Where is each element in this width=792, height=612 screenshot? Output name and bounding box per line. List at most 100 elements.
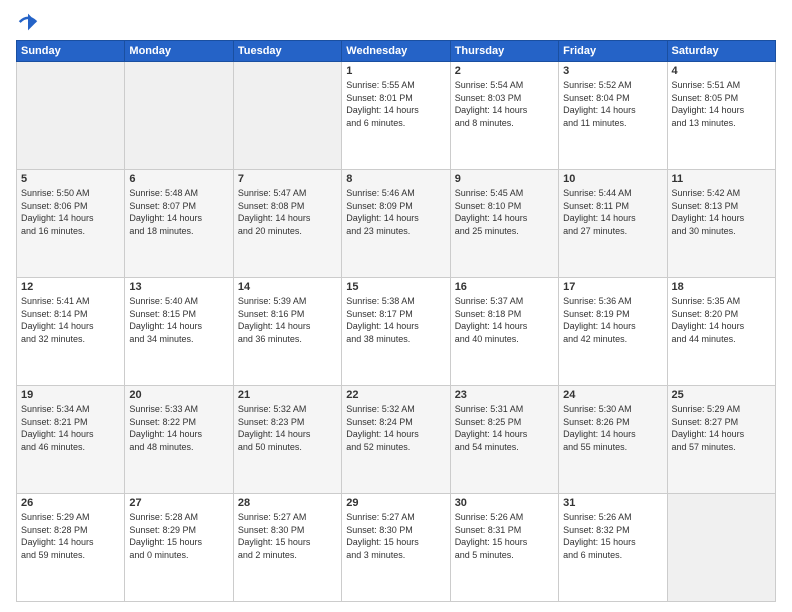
day-info: Sunrise: 5:36 AMSunset: 8:19 PMDaylight:…	[563, 295, 662, 345]
calendar-day: 7 Sunrise: 5:47 AMSunset: 8:08 PMDaylight…	[233, 170, 341, 278]
day-number: 24	[563, 389, 662, 401]
day-info: Sunrise: 5:28 AMSunset: 8:29 PMDaylight:…	[129, 511, 228, 561]
day-number: 31	[563, 497, 662, 509]
calendar-day: 27 Sunrise: 5:28 AMSunset: 8:29 PMDayligh…	[125, 494, 233, 602]
calendar: SundayMondayTuesdayWednesdayThursdayFrid…	[16, 40, 776, 602]
day-number: 17	[563, 281, 662, 293]
day-header-saturday: Saturday	[667, 41, 775, 62]
calendar-day: 10 Sunrise: 5:44 AMSunset: 8:11 PMDayligh…	[559, 170, 667, 278]
day-number: 2	[455, 65, 554, 77]
day-number: 20	[129, 389, 228, 401]
calendar-day: 29 Sunrise: 5:27 AMSunset: 8:30 PMDayligh…	[342, 494, 450, 602]
day-number: 4	[672, 65, 771, 77]
calendar-day: 12Sunrise: 5:41 AMSunset: 8:14 PMDayligh…	[17, 278, 125, 386]
day-number: 1	[346, 65, 445, 77]
day-info: Sunrise: 5:38 AMSunset: 8:17 PMDaylight:…	[346, 295, 445, 345]
day-info: Sunrise: 5:42 AMSunset: 8:13 PMDaylight:…	[672, 187, 771, 237]
day-info: Sunrise: 5:26 AMSunset: 8:31 PMDaylight:…	[455, 511, 554, 561]
calendar-day: 13Sunrise: 5:40 AMSunset: 8:15 PMDayligh…	[125, 278, 233, 386]
calendar-day: 16 Sunrise: 5:37 AMSunset: 8:18 PMDayligh…	[450, 278, 558, 386]
day-info: Sunrise: 5:45 AMSunset: 8:10 PMDaylight:…	[455, 187, 554, 237]
day-number: 11	[672, 173, 771, 185]
day-info: Sunrise: 5:26 AMSunset: 8:32 PMDaylight:…	[563, 511, 662, 561]
day-info: Sunrise: 5:46 AMSunset: 8:09 PMDaylight:…	[346, 187, 445, 237]
calendar-day: 15Sunrise: 5:38 AMSunset: 8:17 PMDayligh…	[342, 278, 450, 386]
calendar-day: 21 Sunrise: 5:32 AMSunset: 8:23 PMDayligh…	[233, 386, 341, 494]
calendar-day: 1 Sunrise: 5:55 AMSunset: 8:01 PMDaylight…	[342, 62, 450, 170]
day-number: 27	[129, 497, 228, 509]
day-number: 10	[563, 173, 662, 185]
day-info: Sunrise: 5:33 AMSunset: 8:22 PMDaylight:…	[129, 403, 228, 453]
day-info: Sunrise: 5:32 AMSunset: 8:23 PMDaylight:…	[238, 403, 337, 453]
calendar-day: 4 Sunrise: 5:51 AMSunset: 8:05 PMDaylight…	[667, 62, 775, 170]
calendar-day	[667, 494, 775, 602]
day-info: Sunrise: 5:55 AMSunset: 8:01 PMDaylight:…	[346, 79, 445, 129]
day-number: 21	[238, 389, 337, 401]
day-number: 26	[21, 497, 120, 509]
calendar-week-row: 5Sunrise: 5:50 AMSunset: 8:06 PMDaylight…	[17, 170, 776, 278]
day-number: 12	[21, 281, 120, 293]
day-number: 19	[21, 389, 120, 401]
day-info: Sunrise: 5:29 AMSunset: 8:27 PMDaylight:…	[672, 403, 771, 453]
day-number: 30	[455, 497, 554, 509]
day-info: Sunrise: 5:34 AMSunset: 8:21 PMDaylight:…	[21, 403, 120, 453]
day-number: 9	[455, 173, 554, 185]
calendar-week-row: 26 Sunrise: 5:29 AMSunset: 8:28 PMDayligh…	[17, 494, 776, 602]
calendar-day: 9 Sunrise: 5:45 AMSunset: 8:10 PMDaylight…	[450, 170, 558, 278]
day-info: Sunrise: 5:29 AMSunset: 8:28 PMDaylight:…	[21, 511, 120, 561]
calendar-day	[125, 62, 233, 170]
calendar-day: 31 Sunrise: 5:26 AMSunset: 8:32 PMDayligh…	[559, 494, 667, 602]
calendar-day: 20 Sunrise: 5:33 AMSunset: 8:22 PMDayligh…	[125, 386, 233, 494]
calendar-day: 8 Sunrise: 5:46 AMSunset: 8:09 PMDaylight…	[342, 170, 450, 278]
calendar-day: 2 Sunrise: 5:54 AMSunset: 8:03 PMDaylight…	[450, 62, 558, 170]
logo-icon	[18, 12, 38, 32]
calendar-day: 5Sunrise: 5:50 AMSunset: 8:06 PMDaylight…	[17, 170, 125, 278]
day-number: 14	[238, 281, 337, 293]
calendar-week-row: 12Sunrise: 5:41 AMSunset: 8:14 PMDayligh…	[17, 278, 776, 386]
day-number: 29	[346, 497, 445, 509]
day-number: 16	[455, 281, 554, 293]
day-info: Sunrise: 5:32 AMSunset: 8:24 PMDaylight:…	[346, 403, 445, 453]
day-number: 8	[346, 173, 445, 185]
day-info: Sunrise: 5:27 AMSunset: 8:30 PMDaylight:…	[346, 511, 445, 561]
day-info: Sunrise: 5:48 AMSunset: 8:07 PMDaylight:…	[129, 187, 228, 237]
calendar-week-row: 1 Sunrise: 5:55 AMSunset: 8:01 PMDaylight…	[17, 62, 776, 170]
day-number: 25	[672, 389, 771, 401]
day-header-tuesday: Tuesday	[233, 41, 341, 62]
calendar-day: 11 Sunrise: 5:42 AMSunset: 8:13 PMDayligh…	[667, 170, 775, 278]
day-number: 13	[129, 281, 228, 293]
day-header-wednesday: Wednesday	[342, 41, 450, 62]
header	[16, 12, 776, 32]
logo	[16, 12, 38, 32]
day-info: Sunrise: 5:54 AMSunset: 8:03 PMDaylight:…	[455, 79, 554, 129]
day-header-monday: Monday	[125, 41, 233, 62]
day-info: Sunrise: 5:44 AMSunset: 8:11 PMDaylight:…	[563, 187, 662, 237]
day-info: Sunrise: 5:31 AMSunset: 8:25 PMDaylight:…	[455, 403, 554, 453]
day-info: Sunrise: 5:47 AMSunset: 8:08 PMDaylight:…	[238, 187, 337, 237]
day-number: 18	[672, 281, 771, 293]
calendar-day	[17, 62, 125, 170]
calendar-header-row: SundayMondayTuesdayWednesdayThursdayFrid…	[17, 41, 776, 62]
day-number: 7	[238, 173, 337, 185]
day-number: 5	[21, 173, 120, 185]
calendar-day: 19 Sunrise: 5:34 AMSunset: 8:21 PMDayligh…	[17, 386, 125, 494]
day-info: Sunrise: 5:39 AMSunset: 8:16 PMDaylight:…	[238, 295, 337, 345]
day-info: Sunrise: 5:27 AMSunset: 8:30 PMDaylight:…	[238, 511, 337, 561]
day-number: 6	[129, 173, 228, 185]
calendar-day: 25 Sunrise: 5:29 AMSunset: 8:27 PMDayligh…	[667, 386, 775, 494]
calendar-day: 6 Sunrise: 5:48 AMSunset: 8:07 PMDaylight…	[125, 170, 233, 278]
calendar-day: 17 Sunrise: 5:36 AMSunset: 8:19 PMDayligh…	[559, 278, 667, 386]
calendar-day: 22 Sunrise: 5:32 AMSunset: 8:24 PMDayligh…	[342, 386, 450, 494]
calendar-day: 23 Sunrise: 5:31 AMSunset: 8:25 PMDayligh…	[450, 386, 558, 494]
day-info: Sunrise: 5:52 AMSunset: 8:04 PMDaylight:…	[563, 79, 662, 129]
day-number: 3	[563, 65, 662, 77]
day-info: Sunrise: 5:37 AMSunset: 8:18 PMDaylight:…	[455, 295, 554, 345]
day-info: Sunrise: 5:51 AMSunset: 8:05 PMDaylight:…	[672, 79, 771, 129]
page: SundayMondayTuesdayWednesdayThursdayFrid…	[0, 0, 792, 612]
day-number: 22	[346, 389, 445, 401]
calendar-day: 14 Sunrise: 5:39 AMSunset: 8:16 PMDayligh…	[233, 278, 341, 386]
calendar-week-row: 19 Sunrise: 5:34 AMSunset: 8:21 PMDayligh…	[17, 386, 776, 494]
day-number: 28	[238, 497, 337, 509]
day-header-friday: Friday	[559, 41, 667, 62]
day-number: 23	[455, 389, 554, 401]
